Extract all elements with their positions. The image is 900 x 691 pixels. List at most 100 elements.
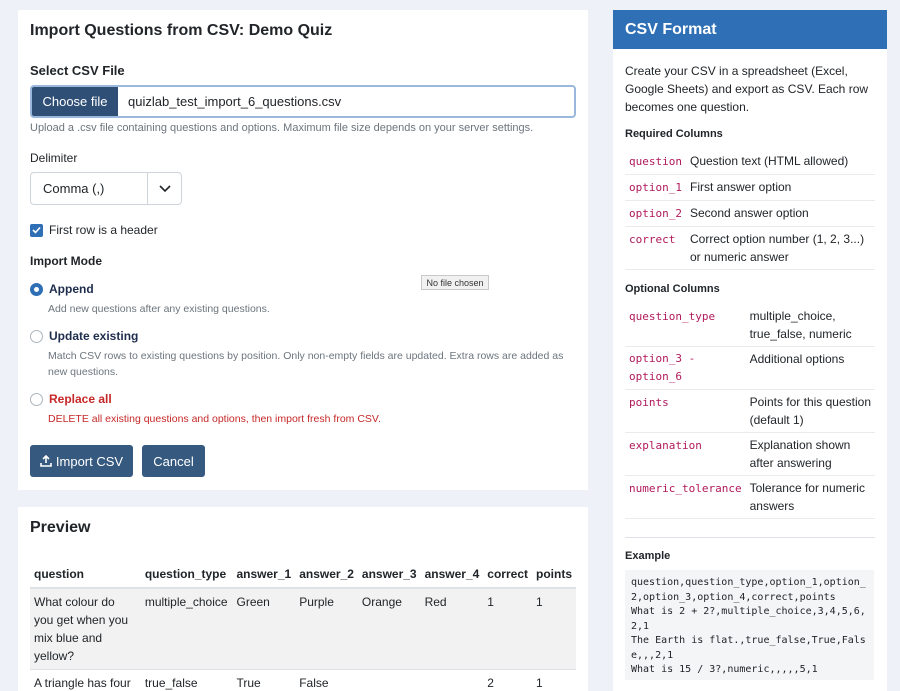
mode-append-radio[interactable] bbox=[30, 282, 43, 296]
column-header: question bbox=[30, 560, 141, 589]
import-csv-label: Import CSV bbox=[55, 453, 124, 469]
mode-replace-label: Replace all bbox=[49, 392, 112, 406]
table-cell: What colour do you get when you mix blue… bbox=[30, 588, 141, 670]
optional-columns-table: question_type multiple_choice, true_fals… bbox=[625, 304, 875, 519]
table-row: option_2 Second answer option bbox=[625, 200, 875, 227]
column-name: correct bbox=[629, 233, 676, 246]
mode-append-label: Append bbox=[49, 282, 94, 296]
cancel-button[interactable]: Cancel bbox=[142, 445, 205, 477]
preview-table: question question_type answer_1 answer_2… bbox=[30, 560, 576, 691]
table-row: question_type multiple_choice, true_fals… bbox=[625, 304, 875, 347]
mode-append-help: Add new questions after any existing que… bbox=[48, 303, 270, 315]
table-row: option_1 First answer option bbox=[625, 174, 875, 201]
table-cell bbox=[420, 669, 484, 691]
header-checkbox-row[interactable]: First row is a header bbox=[30, 223, 158, 237]
table-cell: true_false bbox=[140, 669, 233, 691]
delimiter-value: Comma (,) bbox=[43, 181, 105, 196]
preview-card: Preview question question_type answer_1 … bbox=[18, 507, 588, 691]
column-name: points bbox=[629, 396, 669, 409]
column-name: option_1 bbox=[629, 181, 682, 194]
column-header: answer_3 bbox=[357, 560, 421, 589]
table-cell: Orange bbox=[357, 588, 421, 670]
table-cell: 1 bbox=[532, 588, 576, 670]
mode-update-radio[interactable] bbox=[30, 329, 43, 343]
file-input[interactable]: Choose file quizlab_test_import_6_questi… bbox=[30, 85, 576, 118]
column-description: Correct option number (1, 2, 3...) or nu… bbox=[685, 226, 875, 270]
column-name: question bbox=[629, 155, 682, 168]
table-row: points Points for this question (default… bbox=[625, 389, 875, 433]
choose-file-button[interactable]: Choose file bbox=[32, 87, 118, 116]
import-form-card: Import Questions from CSV: Demo Quiz Sel… bbox=[18, 10, 588, 490]
preview-title: Preview bbox=[30, 519, 91, 536]
mode-append-option[interactable]: Append bbox=[30, 282, 94, 296]
table-cell: True bbox=[232, 669, 296, 691]
column-name: numeric_tolerance bbox=[629, 482, 742, 495]
table-cell: multiple_choice bbox=[140, 588, 233, 670]
table-cell: 1 bbox=[483, 588, 532, 670]
table-cell: A triangle has four sides. bbox=[30, 669, 141, 691]
column-header: answer_1 bbox=[232, 560, 296, 589]
column-header: answer_2 bbox=[295, 560, 358, 589]
required-columns-table: question Question text (HTML allowed) op… bbox=[625, 149, 875, 270]
preview-header-row: question question_type answer_1 answer_2… bbox=[30, 560, 576, 589]
column-name: question_type bbox=[629, 310, 716, 323]
check-icon bbox=[32, 226, 41, 234]
required-columns-label: Required Columns bbox=[625, 128, 723, 140]
column-description: Question text (HTML allowed) bbox=[685, 149, 875, 175]
table-cell: Green bbox=[232, 588, 296, 670]
table-row: option_3 - option_6 Additional options bbox=[625, 346, 875, 390]
table-cell: False bbox=[295, 669, 358, 691]
optional-columns-label: Optional Columns bbox=[625, 283, 720, 295]
chevron-down-icon bbox=[147, 173, 181, 204]
divider bbox=[625, 537, 875, 538]
mode-replace-help: DELETE all existing questions and option… bbox=[48, 413, 381, 425]
column-description: Explanation shown after answering bbox=[745, 432, 875, 476]
example-label: Example bbox=[625, 550, 671, 562]
csv-format-title: CSV Format bbox=[613, 10, 887, 49]
file-tooltip: No file chosen bbox=[421, 275, 489, 290]
table-cell: Purple bbox=[295, 588, 358, 670]
table-row: numeric_tolerance Tolerance for numeric … bbox=[625, 475, 875, 519]
table-row: A triangle has four sides. true_false Tr… bbox=[30, 669, 576, 691]
delimiter-label: Delimiter bbox=[30, 151, 78, 165]
table-cell: 2 bbox=[483, 669, 532, 691]
table-row: question Question text (HTML allowed) bbox=[625, 149, 875, 175]
header-checkbox-label: First row is a header bbox=[49, 223, 158, 237]
column-description: Points for this question (default 1) bbox=[745, 389, 875, 433]
csv-format-card: CSV Format Create your CSV in a spreadsh… bbox=[613, 10, 887, 691]
page-title: Import Questions from CSV: Demo Quiz bbox=[30, 22, 333, 39]
column-header: points bbox=[532, 560, 576, 589]
table-cell bbox=[357, 669, 421, 691]
header-checkbox[interactable] bbox=[30, 223, 43, 237]
column-description: Additional options bbox=[745, 346, 875, 390]
csv-format-intro: Create your CSV in a spreadsheet (Excel,… bbox=[625, 64, 869, 114]
table-row: explanation Explanation shown after answ… bbox=[625, 432, 875, 476]
delimiter-select[interactable]: Comma (,) bbox=[30, 172, 182, 205]
column-name: explanation bbox=[629, 439, 702, 452]
mode-update-option[interactable]: Update existing bbox=[30, 329, 138, 343]
table-row: What colour do you get when you mix blue… bbox=[30, 588, 576, 670]
mode-update-help: Match CSV rows to existing questions by … bbox=[48, 350, 564, 378]
file-name[interactable]: quizlab_test_import_6_questions.csv bbox=[118, 87, 574, 116]
column-description: multiple_choice, true_false, numeric bbox=[745, 304, 875, 347]
mode-replace-radio[interactable] bbox=[30, 392, 43, 406]
file-label: Select CSV File bbox=[30, 63, 125, 78]
upload-icon bbox=[40, 455, 52, 467]
column-header: question_type bbox=[140, 560, 233, 589]
example-code-block: question,question_type,option_1,option_2… bbox=[625, 570, 874, 680]
import-mode-label: Import Mode bbox=[30, 254, 102, 268]
column-description: Tolerance for numeric answers bbox=[745, 475, 875, 519]
column-description: Second answer option bbox=[685, 200, 875, 227]
file-help: Upload a .csv file containing questions … bbox=[30, 122, 534, 134]
column-description: First answer option bbox=[685, 174, 875, 201]
table-cell: 1 bbox=[532, 669, 576, 691]
table-row: correct Correct option number (1, 2, 3..… bbox=[625, 226, 875, 270]
column-name: option_2 bbox=[629, 207, 682, 220]
column-name: option_3 - option_6 bbox=[629, 352, 696, 383]
column-header: answer_4 bbox=[420, 560, 484, 589]
import-csv-button[interactable]: Import CSV bbox=[30, 445, 133, 477]
mode-replace-option[interactable]: Replace all bbox=[30, 392, 112, 406]
mode-update-label: Update existing bbox=[49, 329, 139, 343]
table-cell: Red bbox=[420, 588, 484, 670]
column-header: correct bbox=[483, 560, 532, 589]
